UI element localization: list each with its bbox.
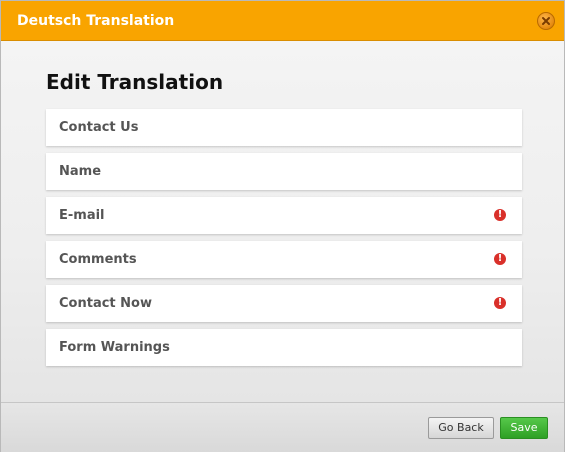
save-button[interactable]: Save <box>500 417 548 439</box>
dialog-titlebar: Deutsch Translation <box>1 1 564 41</box>
list-item[interactable]: Comments <box>46 241 522 278</box>
list-item[interactable]: Contact Us <box>46 109 522 146</box>
list-item[interactable]: E-mail <box>46 197 522 234</box>
warning-icon <box>494 252 506 266</box>
list-item[interactable]: Form Warnings <box>46 329 522 366</box>
dialog-footer: Go Back Save <box>1 402 564 452</box>
list-item[interactable]: Contact Now <box>46 285 522 322</box>
list-item[interactable]: Name <box>46 153 522 190</box>
page-title: Edit Translation <box>46 70 224 94</box>
warning-icon <box>494 296 506 310</box>
translation-list: Contact Us Name E-mail Comments Contact … <box>46 109 522 373</box>
translation-dialog: Deutsch Translation Edit Translation Con… <box>0 0 565 452</box>
list-item-label: Form Warnings <box>59 340 170 355</box>
list-item-label: Contact Now <box>59 296 152 311</box>
dialog-title: Deutsch Translation <box>17 13 175 29</box>
list-item-label: Name <box>59 164 102 179</box>
close-icon <box>542 17 550 25</box>
close-button[interactable] <box>537 12 555 30</box>
warning-icon <box>494 208 506 222</box>
list-item-label: Contact Us <box>59 120 139 135</box>
list-item-label: E-mail <box>59 208 105 223</box>
list-item-label: Comments <box>59 252 137 267</box>
go-back-button[interactable]: Go Back <box>428 417 494 439</box>
